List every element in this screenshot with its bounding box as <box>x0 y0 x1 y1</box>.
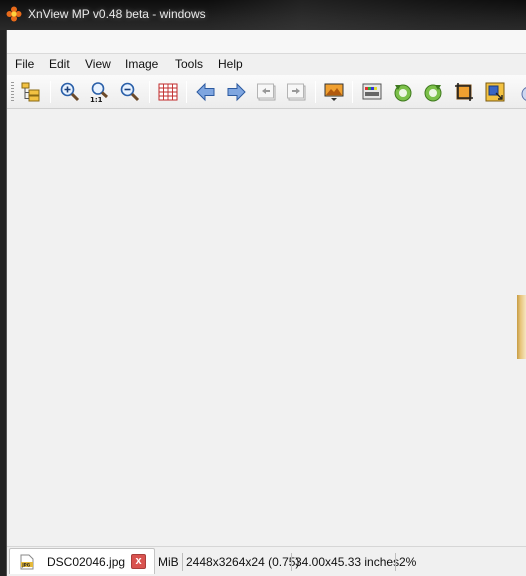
toolbar-separator <box>50 81 51 103</box>
menu-bar: File Edit View Image Tools Help <box>7 54 526 74</box>
menu-view[interactable]: View <box>85 57 111 71</box>
previous-button[interactable] <box>193 79 219 105</box>
svg-text:JPG: JPG <box>21 562 30 567</box>
last-icon <box>287 83 306 101</box>
first-icon <box>257 83 276 101</box>
browser-icon <box>21 82 40 102</box>
header-strip <box>7 30 526 54</box>
properties-button[interactable] <box>359 79 385 105</box>
grid-button[interactable] <box>155 79 181 105</box>
next-icon <box>227 82 246 102</box>
properties-icon <box>362 83 382 100</box>
tab-dsc02046[interactable]: JPG DSC02046.jpg x <box>9 548 155 574</box>
status-zoom: 2% <box>395 553 419 571</box>
more-button[interactable] <box>516 79 526 105</box>
menu-help[interactable]: Help <box>218 57 243 71</box>
window-title: XnView MP v0.48 beta - windows <box>28 7 206 21</box>
resize-icon <box>485 82 505 102</box>
first-button[interactable] <box>254 79 280 105</box>
tab-label: DSC02046.jpg <box>47 555 126 569</box>
previous-icon <box>196 82 215 102</box>
slideshow-icon <box>324 83 344 101</box>
zoom-actual-size-icon: 1:1 <box>90 82 109 103</box>
menu-edit[interactable]: Edit <box>49 57 70 71</box>
menu-file[interactable]: File <box>15 57 34 71</box>
more-tools-icon <box>521 87 526 101</box>
zoom-out-icon <box>120 82 140 102</box>
toolbar-separator <box>186 81 187 103</box>
status-size-unit: MiB <box>158 555 179 569</box>
rotate-left-icon <box>394 84 412 102</box>
zoom-actual-size-button[interactable]: 1:1 <box>87 79 113 105</box>
jpg-file-icon: JPG <box>20 554 34 570</box>
close-icon: x <box>135 555 142 567</box>
menu-image[interactable]: Image <box>125 57 158 71</box>
toolbar-grip[interactable] <box>11 82 14 102</box>
status-dimensions: 2448x3264x24 (0.75) <box>182 553 302 571</box>
toolbar: 1:1 <box>7 75 526 109</box>
xnview-flower-icon[interactable] <box>6 6 22 22</box>
grid-icon <box>158 83 178 101</box>
image-preview-edge <box>517 295 526 359</box>
zoom-in-icon <box>60 82 80 102</box>
resize-button[interactable] <box>482 79 508 105</box>
svg-text:1:1: 1:1 <box>90 96 103 103</box>
toolbar-separator <box>315 81 316 103</box>
rotate-left-button[interactable] <box>390 79 416 105</box>
last-button[interactable] <box>284 79 310 105</box>
next-button[interactable] <box>223 79 249 105</box>
menu-tools[interactable]: Tools <box>175 57 203 71</box>
crop-icon <box>455 83 473 101</box>
toolbar-separator <box>352 81 353 103</box>
status-print-size: 34.00x45.33 inches <box>291 553 402 571</box>
client-area: File Edit View Image Tools Help 1:1 JPG … <box>7 30 526 576</box>
title-bar-background <box>206 0 526 30</box>
toolbar-separator <box>149 81 150 103</box>
zoom-in-button[interactable] <box>57 79 83 105</box>
rotate-right-icon <box>424 84 442 102</box>
crop-button[interactable] <box>451 79 477 105</box>
browser-button[interactable] <box>18 79 44 105</box>
tab-close-button[interactable]: x <box>131 554 146 569</box>
slideshow-button[interactable] <box>321 79 347 105</box>
image-viewer[interactable] <box>7 110 526 546</box>
status-bar: JPG DSC02046.jpg x MiB 2448x3264x24 (0.7… <box>7 546 526 576</box>
title-bar[interactable]: XnView MP v0.48 beta - windows <box>0 0 526 30</box>
rotate-right-button[interactable] <box>420 79 446 105</box>
zoom-out-button[interactable] <box>117 79 143 105</box>
